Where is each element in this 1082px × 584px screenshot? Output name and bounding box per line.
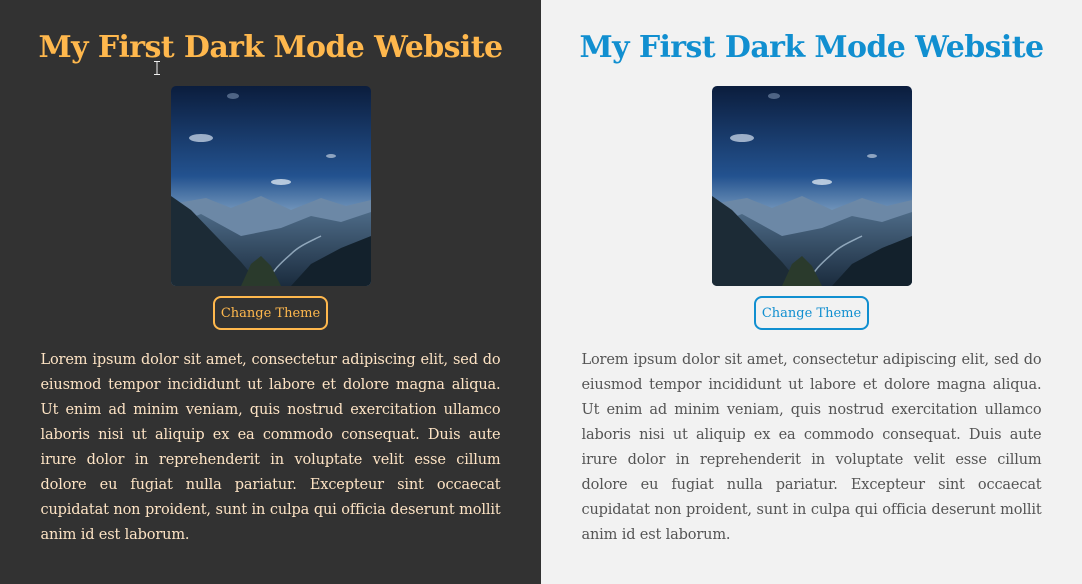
light-mode-panel: My First Dark Mode Website Change Theme …: [541, 0, 1082, 584]
body-paragraph: Lorem ipsum dolor sit amet, consectetur …: [581, 352, 1042, 543]
mountain-landscape-svg: [170, 86, 371, 286]
split-view: My First Dark Mode Website Change Theme …: [0, 0, 1082, 584]
mountain-landscape-image: [170, 86, 371, 286]
dark-mode-panel: My First Dark Mode Website Change Theme …: [0, 0, 541, 584]
mountain-landscape-svg: [711, 86, 912, 286]
text-cursor-icon: [154, 60, 160, 75]
page-title: My First Dark Mode Website: [38, 30, 504, 65]
change-theme-button[interactable]: Change Theme: [753, 296, 870, 330]
change-theme-button[interactable]: Change Theme: [212, 296, 329, 330]
mountain-landscape-image: [711, 86, 912, 286]
page-title: My First Dark Mode Website: [579, 30, 1045, 65]
body-paragraph: Lorem ipsum dolor sit amet, consectetur …: [40, 352, 501, 543]
